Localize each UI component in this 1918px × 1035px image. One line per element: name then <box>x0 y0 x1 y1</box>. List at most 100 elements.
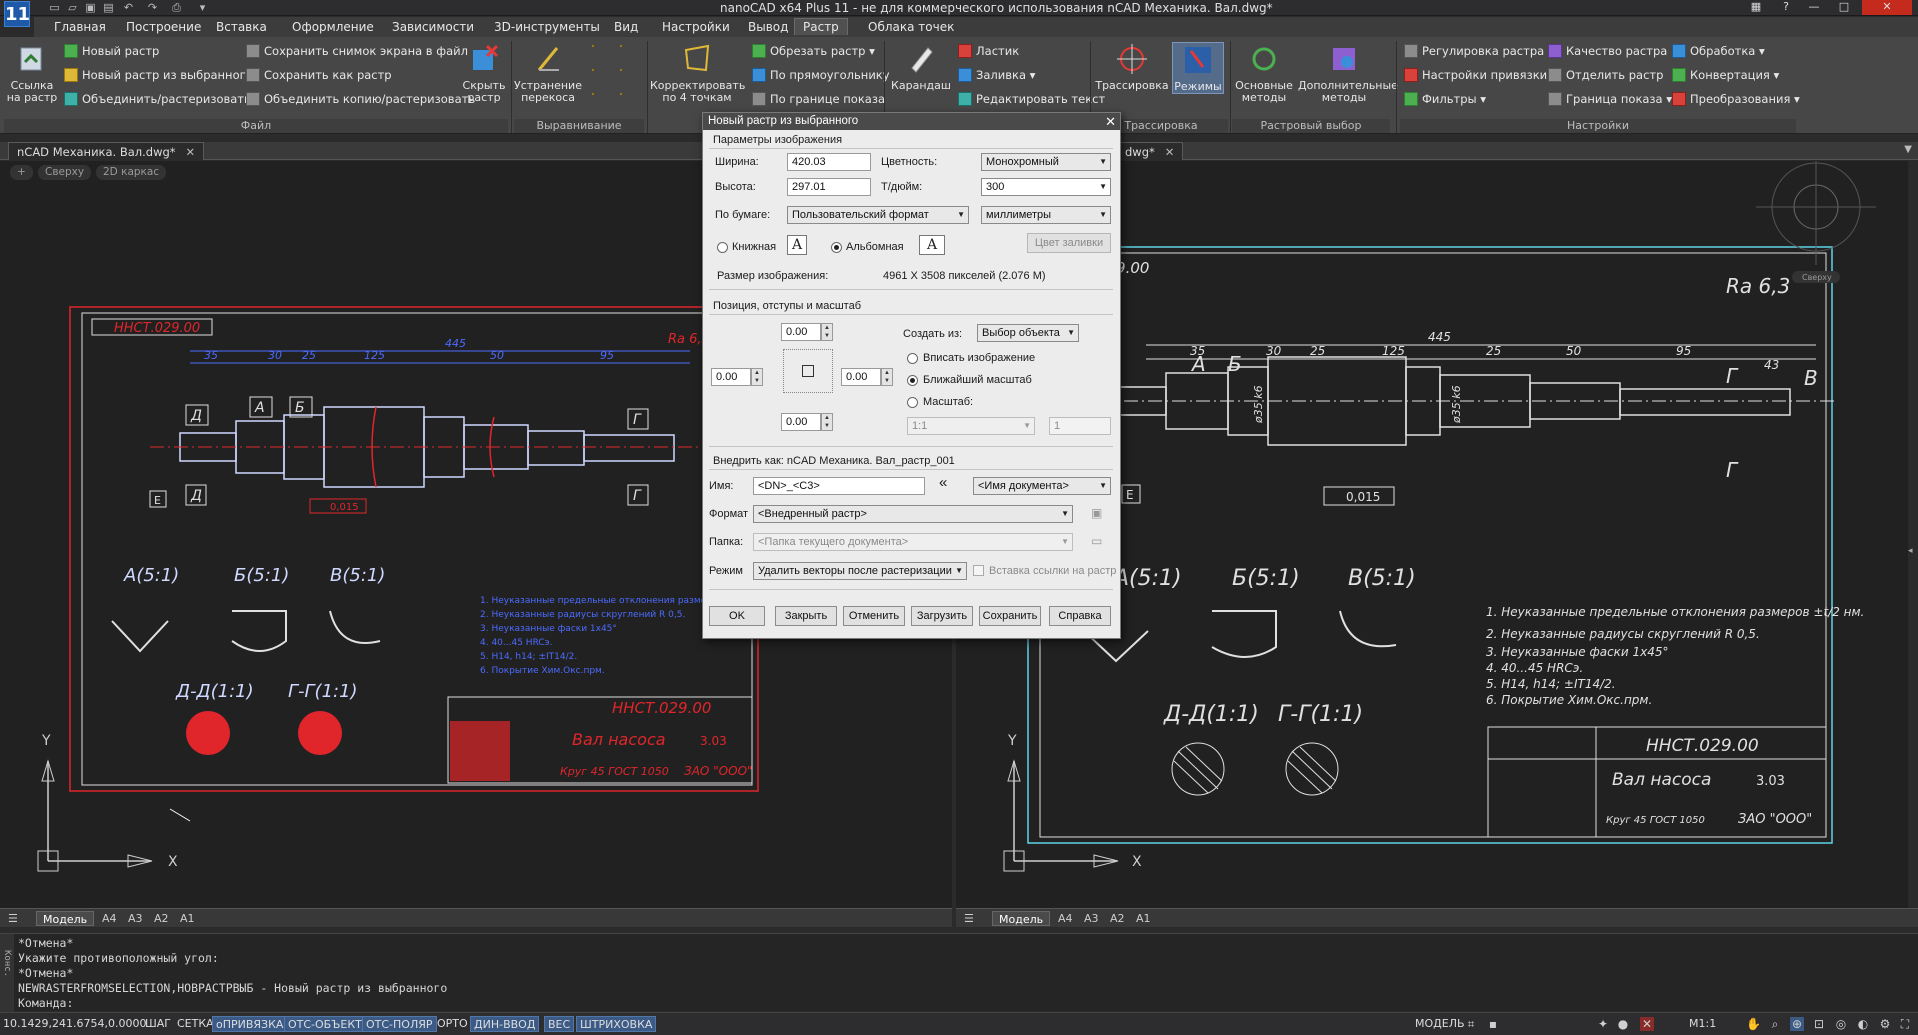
hide-raster-button[interactable]: Скрыть растр <box>460 42 508 104</box>
cancel-button[interactable]: Отменить <box>843 606 905 626</box>
layout-icon[interactable]: ▦ <box>1742 0 1770 15</box>
open-file-icon[interactable]: ▱ <box>66 1 79 14</box>
extra-methods-button[interactable]: Дополнительные методы <box>1298 42 1398 104</box>
tab-a4[interactable]: A4 <box>1052 911 1079 926</box>
name-token-select[interactable]: <Имя документа> ▼ <box>973 477 1111 495</box>
save-as-raster-button[interactable]: Сохранить как растр <box>246 66 392 84</box>
offset-bottom-spinner[interactable]: ▲ ▼ <box>821 413 833 431</box>
fill-color-button[interactable]: Цвет заливки <box>1027 233 1111 253</box>
scale-radio[interactable] <box>907 397 918 408</box>
orbit-icon[interactable]: ◎ <box>1834 1017 1848 1031</box>
folder-select[interactable]: <Папка текущего документа> ▼ <box>753 533 1073 551</box>
help-icon[interactable]: ? <box>1772 0 1800 15</box>
scale-readout[interactable]: M1:1 <box>1686 1016 1719 1032</box>
browse-folder-icon[interactable]: ▭ <box>1091 534 1107 550</box>
ok-button[interactable]: OK <box>709 606 765 626</box>
scroll-arrow-icon[interactable]: ◂ <box>1908 546 1913 556</box>
snap-settings-button[interactable]: Настройки привязки <box>1404 66 1547 84</box>
crop-by-rectangle-button[interactable]: По прямоугольнику <box>752 66 890 84</box>
redo-icon[interactable]: ↷ <box>146 1 159 14</box>
name-input[interactable]: <DN>_<C3> <box>753 477 925 495</box>
tab-model[interactable]: Модель <box>992 911 1051 926</box>
edit-text-button[interactable]: Редактировать текст <box>958 90 1105 108</box>
create-from-select[interactable]: Выбор объекта ▼ <box>977 324 1079 342</box>
trace-button[interactable]: Трассировка <box>1094 42 1170 92</box>
color-depth-select[interactable]: Монохромный ▼ <box>981 153 1111 171</box>
tab-output[interactable]: Вывод <box>740 19 796 36</box>
raster-quality-button[interactable]: Качество растра <box>1548 42 1667 60</box>
status-toggle[interactable]: СЕТКА <box>174 1016 217 1032</box>
snap-target-icon[interactable]: ✕ <box>1640 1017 1654 1031</box>
pan-icon[interactable]: ✋ <box>1746 1017 1761 1031</box>
tab-home[interactable]: Главная <box>46 19 114 36</box>
tab-insert[interactable]: Вставка <box>208 19 275 36</box>
status-toggle[interactable]: оПРИВЯЗКА <box>212 1016 288 1032</box>
scale-value-input[interactable]: 1 <box>1049 417 1111 435</box>
command-line-side-tab[interactable]: Конс. <box>0 934 14 1012</box>
units-select[interactable]: миллиметры ▼ <box>981 206 1111 224</box>
align-left-icon[interactable] <box>592 45 594 47</box>
quick-access-menu-icon[interactable]: ▾ <box>196 1 209 14</box>
insert-link-checkbox[interactable] <box>973 565 984 576</box>
new-file-icon[interactable]: ▭ <box>48 1 61 14</box>
status-toggle[interactable]: ОТС-ОБЪЕКТ <box>284 1016 366 1032</box>
basic-methods-button[interactable]: Основные методы <box>1232 42 1296 104</box>
tab-construction[interactable]: Построение <box>118 19 209 36</box>
minimize-button[interactable]: — <box>1800 0 1828 15</box>
merge-copy-rasterize-button[interactable]: Объединить копию/растеризовать <box>246 90 475 108</box>
offset-left-input[interactable]: 0.00 <box>711 368 751 386</box>
filters-button[interactable]: Фильтры ▾ <box>1404 90 1486 108</box>
model-space-toggle[interactable]: МОДЕЛЬ <box>1412 1016 1468 1032</box>
landscape-radio[interactable] <box>831 242 842 253</box>
save-button[interactable]: Сохранить <box>979 606 1041 626</box>
tab-raster[interactable]: Растр <box>794 18 848 35</box>
offset-top-spinner[interactable]: ▲ ▼ <box>821 323 833 341</box>
merge-rasterize-button[interactable]: Объединить/растеризовать <box>64 90 251 108</box>
tab-3d-tools[interactable]: 3D-инструменты <box>486 19 608 36</box>
status-toggle[interactable]: ШАГ <box>142 1016 174 1032</box>
display-boundary-button[interactable]: Граница показа ▾ <box>1548 90 1672 108</box>
close-tab-icon[interactable]: ✕ <box>186 145 196 159</box>
crop-by-bounds-button[interactable]: По границе показа <box>752 90 885 108</box>
command-line[interactable]: Конс. *Отмена* Укажите противоположный у… <box>0 933 1918 1012</box>
offset-right-input[interactable]: 0.00 <box>841 368 881 386</box>
tab-a3[interactable]: A3 <box>122 911 149 926</box>
layout-menu-icon[interactable]: ☰ <box>2 911 24 926</box>
zoom-window-icon[interactable]: ⊕ <box>1790 1017 1804 1031</box>
viewport-icon[interactable]: ⌗ <box>1464 1017 1478 1031</box>
tab-settings[interactable]: Настройки <box>654 19 738 36</box>
tab-a2[interactable]: A2 <box>148 911 175 926</box>
align-right-icon[interactable] <box>620 69 622 71</box>
tab-a1[interactable]: A1 <box>1130 911 1157 926</box>
settings-gear-icon[interactable]: ⚙ <box>1878 1017 1892 1031</box>
align-center-icon[interactable] <box>592 69 594 71</box>
fill-button[interactable]: Заливка ▾ <box>958 66 1035 84</box>
dialog-close-button[interactable]: ✕ <box>1105 113 1116 130</box>
pencil-button[interactable]: Карандаш <box>888 42 954 92</box>
lightbulb-icon[interactable]: ● <box>1616 1017 1630 1031</box>
layout-menu-icon[interactable]: ☰ <box>958 911 980 926</box>
help-button[interactable]: Справка <box>1049 606 1111 626</box>
print-icon[interactable]: ⎙ <box>170 1 183 14</box>
tab-a2[interactable]: A2 <box>1104 911 1131 926</box>
load-button[interactable]: Загрузить <box>911 606 973 626</box>
close-tab-icon[interactable]: ✕ <box>1165 145 1175 159</box>
annotation-icon[interactable]: ✦ <box>1596 1017 1610 1031</box>
app-logo[interactable]: 11 <box>4 1 30 27</box>
fit-image-radio[interactable] <box>907 353 918 364</box>
tab-a4[interactable]: A4 <box>96 911 123 926</box>
lock-icon[interactable]: ▪ <box>1486 1017 1500 1031</box>
tab-constraints[interactable]: Зависимости <box>384 19 482 36</box>
correct-4-points-button[interactable]: Корректировать по 4 точкам <box>650 42 745 104</box>
left-document-tab[interactable]: nCAD Механика. Вал.dwg* ✕ <box>8 142 205 160</box>
deskew-button[interactable]: Устранение перекоса <box>514 42 582 104</box>
scale-ratio-select[interactable]: 1:1 ▼ <box>907 417 1035 435</box>
view-icon[interactable]: ◐ <box>1856 1017 1870 1031</box>
nearest-scale-radio[interactable] <box>907 375 918 386</box>
modes-button[interactable]: Режимы <box>1172 42 1224 94</box>
command-prompt[interactable]: Команда: <box>18 996 73 1010</box>
status-toggle[interactable]: ОТС-ПОЛЯР <box>362 1016 437 1032</box>
tab-view[interactable]: Вид <box>606 19 646 36</box>
new-raster-button[interactable]: Новый растр <box>64 42 159 60</box>
status-toggle[interactable]: ДИН-ВВОД <box>470 1016 540 1032</box>
